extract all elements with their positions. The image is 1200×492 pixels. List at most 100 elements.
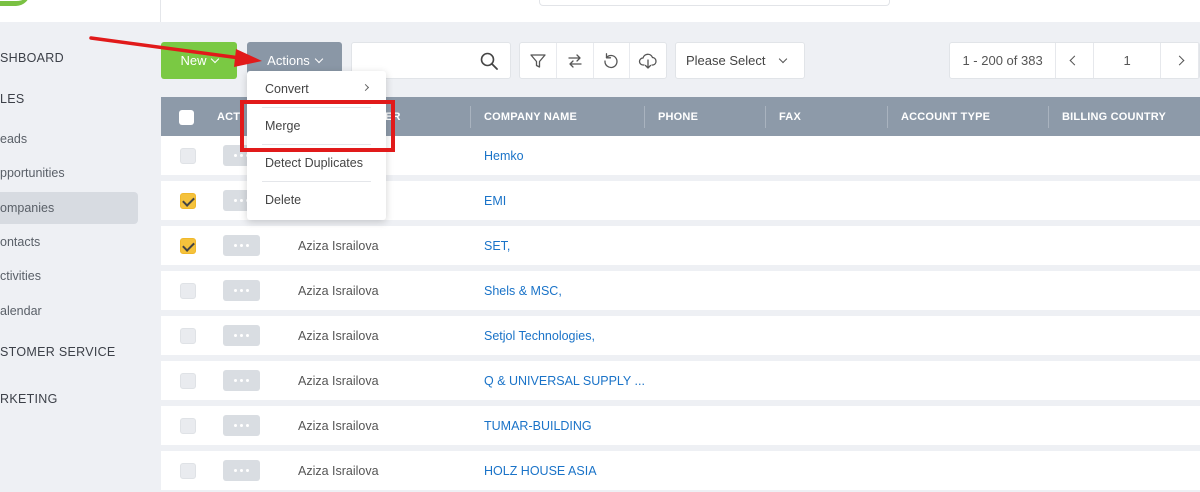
- sidebar-item-calendar[interactable]: alendar: [0, 304, 42, 318]
- menu-item-detect-duplicates[interactable]: Detect Duplicates: [265, 156, 363, 170]
- list-tools: [519, 42, 667, 79]
- row-actions-button[interactable]: [223, 460, 260, 481]
- refresh-icon: [604, 52, 618, 68]
- row-checkbox[interactable]: [180, 148, 196, 164]
- more-dots-icon: [234, 289, 237, 292]
- view-select-value: Please Select: [686, 53, 766, 68]
- row-actions-button[interactable]: [223, 325, 260, 346]
- chevron-left-icon: [1069, 55, 1080, 66]
- logo[interactable]: [0, 0, 30, 6]
- new-button[interactable]: New: [161, 42, 237, 79]
- row-actions-button[interactable]: [223, 415, 260, 436]
- table-row[interactable]: Aziza Israilova Setjol Technologies,: [161, 316, 1200, 355]
- company-link[interactable]: SET,: [484, 226, 510, 265]
- column-header-phone[interactable]: PHONE: [658, 97, 698, 137]
- select-all-checkbox[interactable]: [179, 110, 194, 125]
- company-link[interactable]: HOLZ HOUSE ASIA: [484, 451, 597, 490]
- row-checkbox[interactable]: [180, 463, 196, 479]
- filter-icon: [530, 53, 546, 68]
- table-row[interactable]: Aziza Israilova Shels & MSC,: [161, 271, 1200, 310]
- company-link[interactable]: EMI: [484, 181, 506, 220]
- chevron-down-icon: [778, 54, 787, 64]
- owner-cell: Aziza Israilova: [298, 283, 379, 298]
- prev-page-button[interactable]: [1056, 43, 1094, 78]
- row-checkbox[interactable]: [180, 238, 196, 254]
- more-dots-icon: [234, 469, 237, 472]
- filter-button[interactable]: [520, 43, 557, 78]
- global-search-input[interactable]: [539, 0, 890, 6]
- next-page-button[interactable]: [1161, 43, 1199, 78]
- search-icon[interactable]: [480, 52, 498, 70]
- sidebar-item-leads[interactable]: eads: [0, 132, 27, 146]
- chevron-right-icon: [1174, 55, 1185, 66]
- chevron-down-icon: [210, 54, 219, 64]
- page-number-input[interactable]: 1: [1094, 43, 1162, 78]
- swap-icon: [567, 53, 582, 68]
- more-dots-icon: [234, 334, 237, 337]
- refresh-button[interactable]: [594, 43, 631, 78]
- row-actions-button[interactable]: [223, 235, 260, 256]
- logo-area: [0, 0, 161, 22]
- column-divider: [1048, 106, 1049, 128]
- more-dots-icon: [234, 379, 237, 382]
- owner-cell: Aziza Israilova: [298, 238, 379, 253]
- row-checkbox[interactable]: [180, 283, 196, 299]
- cloud-download-button[interactable]: [630, 43, 666, 78]
- cloud-download-icon: [638, 53, 657, 69]
- menu-item-convert[interactable]: Convert: [265, 82, 369, 96]
- sidebar-item-contacts[interactable]: ontacts: [0, 235, 40, 249]
- sidebar-item-marketing[interactable]: RKETING: [0, 392, 58, 406]
- sidebar-item-activities[interactable]: ctivities: [0, 269, 41, 283]
- company-link[interactable]: Shels & MSC,: [484, 271, 562, 310]
- sidebar-item-customer-service[interactable]: STOMER SERVICE: [0, 345, 116, 359]
- table-row[interactable]: Aziza Israilova Q & UNIVERSAL SUPPLY ...: [161, 361, 1200, 400]
- column-header-billing-country[interactable]: BILLING COUNTRY: [1062, 97, 1166, 137]
- chevron-down-icon: [314, 54, 324, 64]
- row-checkbox[interactable]: [180, 418, 196, 434]
- company-link[interactable]: Q & UNIVERSAL SUPPLY ...: [484, 361, 645, 400]
- row-checkbox[interactable]: [180, 373, 196, 389]
- more-dots-icon: [234, 154, 237, 157]
- company-link[interactable]: TUMAR-BUILDING: [484, 406, 592, 445]
- owner-cell: Aziza Israilova: [298, 463, 379, 478]
- more-dots-icon: [234, 424, 237, 427]
- pagination: 1 - 200 of 383 1: [949, 42, 1200, 79]
- new-button-label: New: [180, 53, 207, 68]
- column-header-actions[interactable]: ACT: [217, 97, 240, 137]
- owner-cell: Aziza Israilova: [298, 373, 379, 388]
- table-row[interactable]: Aziza Israilova HOLZ HOUSE ASIA: [161, 451, 1200, 490]
- menu-item-delete[interactable]: Delete: [265, 193, 301, 207]
- row-checkbox[interactable]: [180, 328, 196, 344]
- row-checkbox[interactable]: [180, 193, 196, 209]
- menu-divider: [262, 181, 371, 182]
- table-row[interactable]: Aziza Israilova SET,: [161, 226, 1200, 265]
- menu-item-label: Convert: [265, 82, 309, 96]
- owner-cell: Aziza Israilova: [298, 418, 379, 433]
- column-divider: [470, 106, 471, 128]
- sidebar-item-sales[interactable]: LES: [0, 92, 25, 106]
- sidebar: SHBOARD LES eads pportunities ompanies o…: [0, 22, 161, 492]
- swap-button[interactable]: [557, 43, 594, 78]
- annotation-highlight-box: [240, 100, 395, 152]
- sidebar-item-dashboard[interactable]: SHBOARD: [0, 51, 64, 65]
- column-divider: [644, 106, 645, 128]
- column-divider: [765, 106, 766, 128]
- sidebar-item-opportunities[interactable]: pportunities: [0, 166, 65, 180]
- more-dots-icon: [234, 199, 237, 202]
- column-header-fax[interactable]: FAX: [779, 97, 801, 137]
- table-row[interactable]: Aziza Israilova TUMAR-BUILDING: [161, 406, 1200, 445]
- view-select[interactable]: Please Select: [675, 42, 805, 79]
- actions-button-label: Actions: [267, 53, 310, 68]
- pagination-range: 1 - 200 of 383: [950, 43, 1057, 78]
- row-actions-button[interactable]: [223, 370, 260, 391]
- owner-cell: Aziza Israilova: [298, 328, 379, 343]
- sidebar-item-companies[interactable]: ompanies: [0, 201, 54, 215]
- row-actions-button[interactable]: [223, 280, 260, 301]
- top-bar: [0, 0, 1200, 22]
- more-dots-icon: [234, 244, 237, 247]
- company-link[interactable]: Setjol Technologies,: [484, 316, 595, 355]
- column-header-account-type[interactable]: ACCOUNT TYPE: [901, 97, 990, 137]
- column-header-company-name[interactable]: COMPANY NAME: [484, 97, 577, 137]
- company-link[interactable]: Hemko: [484, 136, 524, 175]
- column-divider: [887, 106, 888, 128]
